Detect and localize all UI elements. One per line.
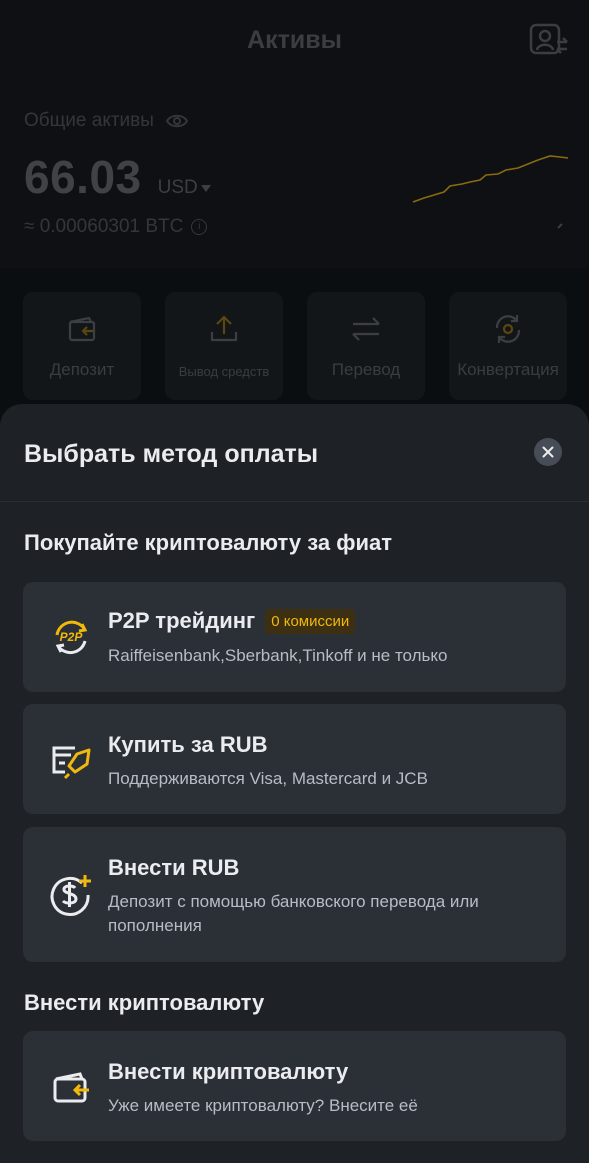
eye-icon[interactable]: [165, 113, 188, 129]
profile-switch-icon[interactable]: [529, 22, 569, 58]
deposit-crypto-title-row: Внести криптовалюту: [108, 1059, 348, 1085]
sheet-title: Выбрать метод оплаты: [24, 440, 319, 468]
p2p-title: P2P трейдинг: [108, 608, 256, 633]
total-amount: 66.03: [24, 151, 142, 203]
buy-rub-title-row: Купить за RUB: [108, 732, 268, 758]
assets-page-background: Активы Общие активы 66.03 USD ≈ 0.000603…: [0, 0, 589, 420]
buy-rub-title: Купить за RUB: [108, 732, 268, 757]
deposit-rub-method-card[interactable]: Внести RUB Депозит с помощью банковского…: [23, 827, 566, 962]
total-assets-label-row: Общие активы: [24, 110, 188, 132]
convert-action-label: Конвертация: [457, 360, 559, 379]
p2p-description: Raiffeisenbank,Sberbank,Tinkoff и не тол…: [108, 646, 448, 665]
deposit-action-label: Депозит: [49, 360, 115, 379]
withdraw-action-label: Вывод средств: [178, 364, 270, 379]
card-rocket-icon: [52, 746, 91, 780]
info-icon[interactable]: i: [191, 219, 208, 235]
page-title: Активы: [247, 26, 342, 54]
currency-label: USD: [157, 177, 198, 198]
quick-actions: Депозит Вывод средств Перевод Конвертаци…: [23, 292, 567, 400]
svg-text:P2P: P2P: [60, 630, 84, 644]
deposit-crypto-title: Внести криптовалюту: [108, 1059, 349, 1084]
p2p-title-row: P2P трейдинг 0 комиссии: [108, 608, 356, 634]
deposit-crypto-description: Уже имеете криптовалюту? Внесите её: [108, 1096, 418, 1115]
crypto-section-title: Внести криптовалюту: [24, 990, 265, 1015]
dollar-plus-icon: [50, 875, 91, 916]
deposit-rub-description: Депозит с помощью банковского перевода и…: [108, 892, 479, 935]
wallet-deposit-icon: [68, 316, 96, 342]
btc-equivalent: ≈ 0.00060301 BTC: [24, 216, 184, 237]
total-amount-row: 66.03 USD: [24, 150, 211, 204]
p2p-icon: P2P: [55, 620, 88, 655]
payment-method-sheet: Выбрать метод оплаты Покупайте криптовал…: [0, 404, 589, 1163]
deposit-crypto-method-card[interactable]: Внести криптовалюту Уже имеете криптовал…: [23, 1031, 566, 1141]
currency-selector[interactable]: USD: [158, 177, 211, 199]
transfer-arrows-icon: [352, 317, 380, 341]
deposit-rub-title-row: Внести RUB: [108, 855, 239, 881]
balance-sparkline: [412, 155, 569, 229]
caret-down-icon: [200, 185, 211, 193]
buy-rub-description: Поддерживаются Visa, Mastercard и JCB: [108, 769, 428, 788]
wallet-deposit-icon: [53, 1072, 89, 1103]
close-icon: [542, 446, 554, 458]
withdraw-action[interactable]: Вывод средств: [165, 292, 283, 400]
close-button[interactable]: [534, 438, 562, 466]
transfer-action[interactable]: Перевод: [307, 292, 425, 400]
upload-icon: [210, 315, 238, 342]
p2p-method-card[interactable]: P2P P2P трейдинг 0 комиссии Raiffeisenba…: [23, 582, 566, 692]
zero-fee-badge: 0 комиссии: [265, 608, 356, 634]
total-assets-label: Общие активы: [24, 110, 154, 131]
deposit-action[interactable]: Депозит: [23, 292, 141, 400]
btc-equivalent-row: ≈ 0.00060301 BTC i: [24, 216, 208, 238]
deposit-rub-title: Внести RUB: [108, 855, 240, 880]
fiat-section-title: Покупайте криптовалюту за фиат: [24, 530, 392, 555]
convert-icon: [495, 315, 521, 343]
transfer-action-label: Перевод: [331, 360, 401, 379]
convert-action[interactable]: Конвертация: [449, 292, 567, 400]
sheet-header: Выбрать метод оплаты: [0, 404, 589, 502]
buy-rub-method-card[interactable]: Купить за RUB Поддерживаются Visa, Maste…: [23, 704, 566, 814]
